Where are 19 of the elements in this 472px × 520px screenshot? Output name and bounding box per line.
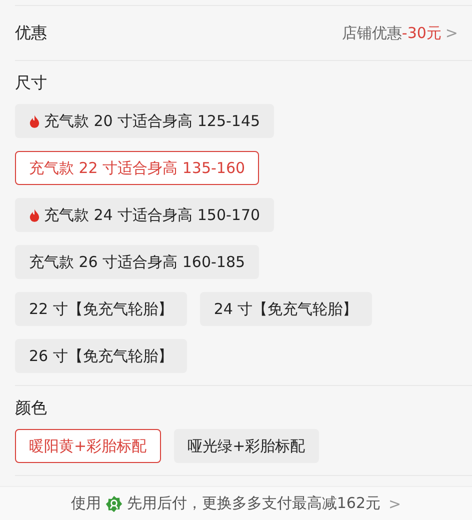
option-chip[interactable]: 哑光绿+彩胎标配: [174, 429, 320, 463]
pay-badge-icon: [104, 494, 123, 512]
option-chip[interactable]: 充气款 26 寸适合身高 160-185: [15, 245, 260, 279]
footer-text[interactable]: 先用后付，更换多多支付最高减162元: [126, 494, 381, 513]
discount-label: 优惠: [15, 22, 47, 44]
footer-text[interactable]: 使用: [70, 494, 101, 513]
discount-text[interactable]: 店铺优惠: [342, 24, 402, 42]
option-chip[interactable]: 暖阳黄+彩胎标配: [15, 429, 161, 463]
flame-icon: [29, 114, 40, 128]
section-title: 颜色: [15, 398, 48, 419]
option-chip[interactable]: 26 寸【免充气轮胎】: [15, 339, 187, 373]
option-chip[interactable]: 22 寸【免充气轮胎】: [15, 292, 187, 326]
discount-amount: -30元: [402, 24, 442, 42]
section-title: 尺寸: [15, 73, 48, 94]
option-chip[interactable]: 充气款 22 寸适合身高 135-160: [15, 151, 260, 185]
option-chip[interactable]: 24 寸【免充气轮胎】: [200, 292, 372, 326]
option-chip[interactable]: 充气款 24 寸适合身高 150-170: [15, 198, 274, 232]
option-chip[interactable]: 充气款 20 寸适合身高 125-145: [15, 104, 274, 138]
flame-icon: [29, 208, 40, 222]
